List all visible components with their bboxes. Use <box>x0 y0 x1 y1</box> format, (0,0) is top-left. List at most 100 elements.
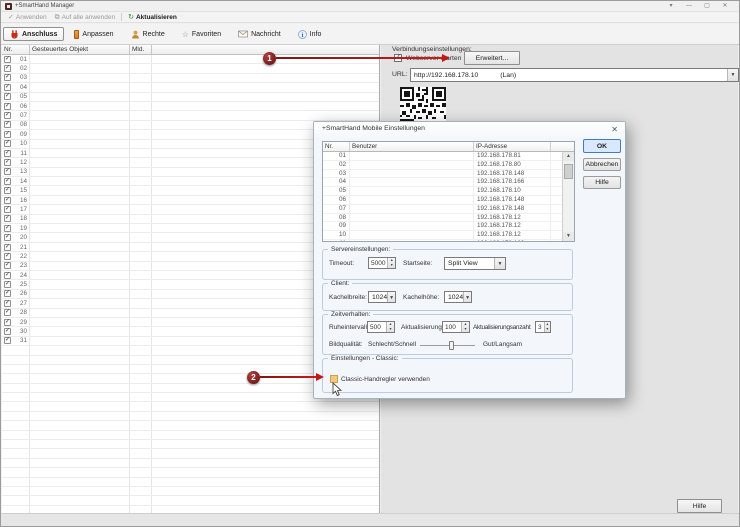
row-checkbox[interactable]: ✓ <box>4 234 11 241</box>
cell-gesteuertes-objekt[interactable] <box>30 93 130 101</box>
cell-mld[interactable] <box>130 83 152 91</box>
cell-gesteuertes-objekt[interactable] <box>30 140 130 148</box>
cell-mld[interactable] <box>130 309 152 317</box>
cell-mld[interactable] <box>130 215 152 223</box>
tab-favoriten[interactable]: ☆ Favoriten <box>175 27 228 41</box>
cell-gesteuertes-objekt[interactable] <box>30 168 130 176</box>
dialog-column-nr[interactable]: Nr. <box>323 142 350 151</box>
cell-mld[interactable] <box>130 55 152 63</box>
spinner-arrows-icon[interactable]: ▲▼ <box>387 258 395 268</box>
row-checkbox[interactable]: ✓ <box>4 309 11 316</box>
cell-gesteuertes-objekt[interactable] <box>30 121 130 129</box>
cell-mld[interactable] <box>130 177 152 185</box>
cell-mld[interactable] <box>130 337 152 345</box>
refresh-count-spinner[interactable]: 3 ▲▼ <box>535 321 551 333</box>
tile-width-dropdown[interactable]: 1024 ▼ <box>368 291 396 303</box>
row-checkbox[interactable]: ✓ <box>4 112 11 119</box>
row-checkbox[interactable]: ✓ <box>4 300 11 307</box>
maximize-icon[interactable]: ▢ <box>703 2 711 11</box>
refresh-button[interactable]: ↻ Aktualisieren <box>124 12 181 22</box>
scroll-up-icon[interactable]: ▲ <box>563 152 574 161</box>
cell-mld[interactable] <box>130 271 152 279</box>
spinner-arrows-icon[interactable]: ▲▼ <box>461 322 469 332</box>
cell-mld[interactable] <box>130 243 152 251</box>
dialog-table-row[interactable]: 06192.168.178.148 <box>323 196 574 205</box>
row-checkbox[interactable]: ✓ <box>4 272 11 279</box>
row-checkbox[interactable]: ✓ <box>4 281 11 288</box>
cell-mld[interactable] <box>130 280 152 288</box>
scroll-down-icon[interactable]: ▼ <box>563 232 574 241</box>
refresh-interval-spinner[interactable]: 100 ▲▼ <box>442 321 470 333</box>
cell-gesteuertes-objekt[interactable] <box>30 290 130 298</box>
table-row[interactable]: ✓06 <box>2 102 379 111</box>
chevron-down-icon[interactable]: ▼ <box>387 292 395 302</box>
cell-mld[interactable] <box>130 158 152 166</box>
cell-gesteuertes-objekt[interactable] <box>30 83 130 91</box>
spinner-arrows-icon[interactable]: ▲▼ <box>544 322 550 332</box>
column-header-nr[interactable]: Nr. <box>2 45 30 54</box>
tile-height-dropdown[interactable]: 1024 ▼ <box>444 291 472 303</box>
chevron-down-icon[interactable]: ▼ <box>494 258 505 269</box>
dialog-table-row[interactable]: 04192.168.178.166 <box>323 178 574 187</box>
cell-gesteuertes-objekt[interactable] <box>30 280 130 288</box>
row-checkbox[interactable]: ✓ <box>4 159 11 166</box>
dialog-column-ip[interactable]: IP-Adresse <box>474 142 551 151</box>
cell-gesteuertes-objekt[interactable] <box>30 64 130 72</box>
cell-gesteuertes-objekt[interactable] <box>30 262 130 270</box>
apply-all-button[interactable]: ⧉ Auf alle anwenden <box>51 12 120 22</box>
apply-button[interactable]: ✓ Anwenden <box>4 12 51 22</box>
chevron-down-icon[interactable]: ▼ <box>727 69 738 81</box>
dialog-table-row[interactable]: 02192.168.178.80 <box>323 161 574 170</box>
row-checkbox[interactable]: ✓ <box>4 103 11 110</box>
quality-slider-thumb[interactable] <box>449 341 454 350</box>
cell-mld[interactable] <box>130 233 152 241</box>
cell-mld[interactable] <box>130 64 152 72</box>
row-checkbox[interactable]: ✓ <box>4 65 11 72</box>
cell-gesteuertes-objekt[interactable] <box>30 205 130 213</box>
table-row[interactable]: ✓03 <box>2 74 379 83</box>
row-checkbox[interactable]: ✓ <box>4 337 11 344</box>
row-checkbox[interactable]: ✓ <box>4 84 11 91</box>
cell-mld[interactable] <box>130 262 152 270</box>
row-checkbox[interactable]: ✓ <box>4 225 11 232</box>
tab-nachricht[interactable]: Nachricht <box>231 27 288 41</box>
dialog-table-row[interactable]: 10192.168.178.12 <box>323 231 574 240</box>
row-checkbox[interactable]: ✓ <box>4 131 11 138</box>
tab-anschluss[interactable]: Anschluss <box>3 27 64 41</box>
column-header-objekt[interactable]: Gesteuertes Objekt <box>30 45 130 54</box>
cell-gesteuertes-objekt[interactable] <box>30 158 130 166</box>
cell-gesteuertes-objekt[interactable] <box>30 196 130 204</box>
dialog-title[interactable]: +SmartHand Mobile Einstellungen <box>314 122 625 140</box>
dialog-table-scrollbar[interactable]: ▲ ▼ <box>562 152 574 241</box>
help-button-main[interactable]: Hilfe <box>677 499 722 513</box>
tab-rechte[interactable]: Rechte <box>124 27 172 41</box>
row-checkbox[interactable]: ✓ <box>4 74 11 81</box>
row-checkbox[interactable]: ✓ <box>4 290 11 297</box>
row-checkbox[interactable]: ✓ <box>4 197 11 204</box>
cell-mld[interactable] <box>130 121 152 129</box>
cell-mld[interactable] <box>130 205 152 213</box>
cell-gesteuertes-objekt[interactable] <box>30 252 130 260</box>
toolbar-options-icon[interactable]: ▾ <box>667 2 675 11</box>
dialog-close-icon[interactable]: ✕ <box>611 125 618 135</box>
ok-button[interactable]: OK <box>583 139 621 153</box>
cell-gesteuertes-objekt[interactable] <box>30 337 130 345</box>
cancel-button[interactable]: Abbrechen <box>583 158 621 171</box>
row-checkbox[interactable]: ✓ <box>4 56 11 63</box>
close-icon[interactable]: ✕ <box>721 2 729 11</box>
dialog-table-row[interactable]: 03192.168.178.148 <box>323 170 574 179</box>
minimize-icon[interactable]: — <box>685 2 693 11</box>
cell-mld[interactable] <box>130 149 152 157</box>
row-checkbox[interactable]: ✓ <box>4 262 11 269</box>
table-row[interactable]: ✓02 <box>2 64 379 73</box>
cell-gesteuertes-objekt[interactable] <box>30 55 130 63</box>
cell-gesteuertes-objekt[interactable] <box>30 111 130 119</box>
cell-gesteuertes-objekt[interactable] <box>30 74 130 82</box>
row-checkbox[interactable]: ✓ <box>4 319 11 326</box>
spinner-arrows-icon[interactable]: ▲▼ <box>386 322 394 332</box>
row-checkbox[interactable]: ✓ <box>4 140 11 147</box>
row-checkbox[interactable]: ✓ <box>4 328 11 335</box>
cell-gesteuertes-objekt[interactable] <box>30 102 130 110</box>
classic-handregler-label[interactable]: Classic-Handregler verwenden <box>341 376 430 383</box>
idle-interval-spinner[interactable]: 500 ▲▼ <box>367 321 395 333</box>
